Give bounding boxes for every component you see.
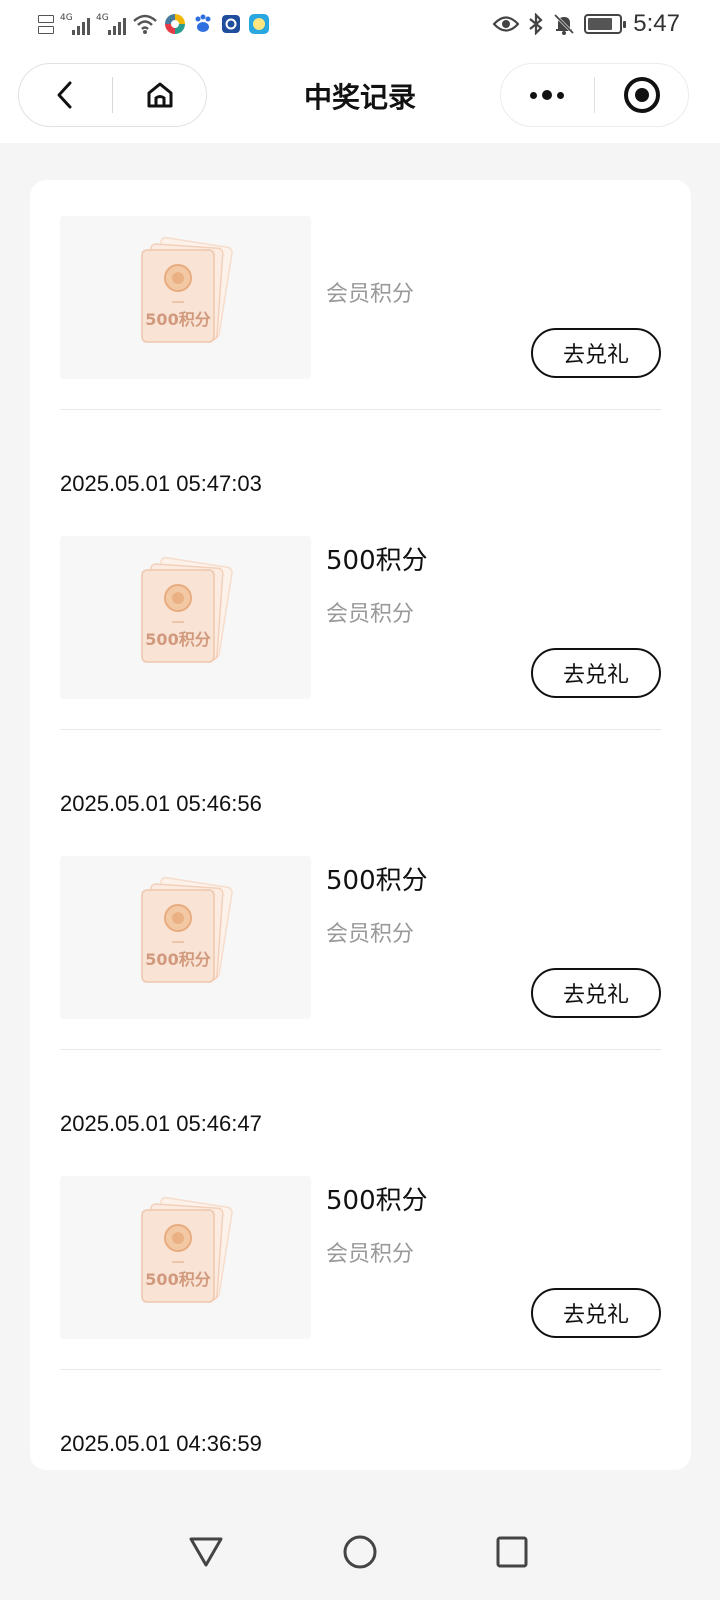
more-dots-icon xyxy=(530,90,565,100)
dual-sim-icon xyxy=(38,14,54,34)
records-card: 500积分 会员积分 去兑礼 2025.05.01 05:47:03 500积分… xyxy=(30,180,691,1470)
prize-thumbnail: 500积分 xyxy=(60,216,311,379)
points-coupon-image: 500积分 xyxy=(141,556,233,663)
list-item: 2025.05.01 05:46:47 500积分 500积分 会员积分 去兑礼 xyxy=(60,1050,661,1370)
points-coupon-image: 500积分 xyxy=(141,1196,233,1303)
list-item: 500积分 会员积分 去兑礼 xyxy=(60,180,661,410)
battery-charging-icon xyxy=(584,14,627,34)
prize-type: 会员积分 xyxy=(326,922,415,947)
prize-name: 500积分 xyxy=(326,546,428,576)
redeem-button[interactable]: 去兑礼 xyxy=(531,648,661,698)
svg-text:500积分: 500积分 xyxy=(145,310,210,329)
eye-icon xyxy=(493,16,520,32)
list-item: 2025.05.01 05:46:56 500积分 500积分 会员积分 去兑礼 xyxy=(60,730,661,1050)
content-viewport[interactable]: 500积分 会员积分 去兑礼 2025.05.01 05:47:03 500积分… xyxy=(0,143,720,1510)
svg-text:500积分: 500积分 xyxy=(145,950,210,969)
app-color-wheel-icon xyxy=(165,14,185,34)
record-timestamp: 2025.05.01 05:47:03 xyxy=(60,471,262,496)
app-ring-icon xyxy=(222,15,240,33)
status-right: 5:47 xyxy=(493,10,680,38)
status-bar: 4G 4G 5:47 xyxy=(0,0,720,50)
points-coupon-image: 500积分 xyxy=(141,236,233,343)
system-home-button[interactable] xyxy=(335,1527,385,1577)
prize-thumbnail: 500积分 xyxy=(60,856,311,1019)
signal-1-icon: 4G xyxy=(60,13,90,35)
status-left: 4G 4G xyxy=(38,10,270,38)
close-mini-program-button[interactable] xyxy=(595,64,688,126)
status-time: 5:47 xyxy=(633,10,680,37)
prize-name: 500积分 xyxy=(326,1186,428,1216)
nav-right-capsule xyxy=(500,63,689,127)
app-chat-icon xyxy=(249,14,269,34)
record-timestamp: 2025.05.01 04:36:59 xyxy=(60,1431,262,1456)
home-circle-icon xyxy=(343,1535,377,1569)
system-nav-bar xyxy=(0,1510,720,1600)
nav-bar: 中奖记录 xyxy=(0,50,720,143)
redeem-button[interactable]: 去兑礼 xyxy=(531,968,661,1018)
recents-square-icon xyxy=(496,1536,528,1568)
baidu-paw-icon xyxy=(195,14,211,32)
records-list: 500积分 会员积分 去兑礼 2025.05.01 05:47:03 500积分… xyxy=(60,180,661,1470)
record-timestamp: 2025.05.01 05:46:56 xyxy=(60,791,262,816)
redeem-button[interactable]: 去兑礼 xyxy=(531,328,661,378)
record-timestamp: 2025.05.01 05:46:47 xyxy=(60,1111,262,1136)
points-coupon-image: 500积分 xyxy=(141,876,233,983)
list-item: 2025.05.01 04:36:59 xyxy=(60,1370,661,1470)
prize-type: 会员积分 xyxy=(326,602,415,627)
system-back-button[interactable] xyxy=(181,1527,231,1577)
svg-text:500积分: 500积分 xyxy=(145,630,210,649)
mute-bell-icon xyxy=(554,13,575,35)
wifi-icon xyxy=(133,14,157,34)
prize-name: 500积分 xyxy=(326,866,428,896)
prize-type: 会员积分 xyxy=(326,1242,415,1267)
system-recents-button[interactable] xyxy=(487,1527,537,1577)
list-item: 2025.05.01 05:47:03 500积分 500积分 会员积分 去兑礼 xyxy=(60,410,661,730)
prize-type: 会员积分 xyxy=(326,282,415,307)
mini-program-close-icon xyxy=(623,77,660,113)
redeem-button[interactable]: 去兑礼 xyxy=(531,1288,661,1338)
svg-text:500积分: 500积分 xyxy=(145,1270,210,1289)
more-button[interactable] xyxy=(501,64,594,126)
signal-2-icon: 4G xyxy=(96,13,126,35)
prize-thumbnail: 500积分 xyxy=(60,1176,311,1339)
prize-thumbnail: 500积分 xyxy=(60,536,311,699)
back-triangle-icon xyxy=(189,1537,223,1567)
bluetooth-icon xyxy=(529,13,543,35)
